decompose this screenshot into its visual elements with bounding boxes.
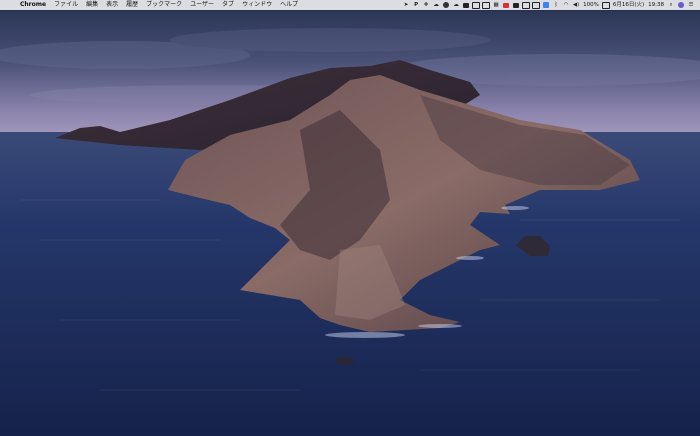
cloud-dark-icon[interactable]: ☁ xyxy=(452,0,461,10)
menu-history[interactable]: 履歴 xyxy=(122,0,142,10)
small-rock xyxy=(336,357,354,365)
siri-icon[interactable] xyxy=(677,0,686,10)
keyboard-icon[interactable] xyxy=(522,0,531,10)
catalina-wallpaper xyxy=(0,0,700,436)
menu-people[interactable]: ユーザー xyxy=(186,0,218,10)
shield-icon[interactable] xyxy=(502,0,511,10)
screen-icon[interactable] xyxy=(482,0,491,10)
search-icon[interactable]: ⌕ xyxy=(667,0,676,10)
cloud-icon[interactable]: ☁ xyxy=(432,0,441,10)
display-icon[interactable] xyxy=(532,0,541,10)
menu-bar: Chrome ファイル 編集 表示 履歴 ブックマーク ユーザー タブ ウィンド… xyxy=(0,0,700,10)
menu-bookmarks[interactable]: ブックマーク xyxy=(142,0,186,10)
stack-icon[interactable] xyxy=(462,0,471,10)
menu-time[interactable]: 19:38 xyxy=(646,0,666,10)
menu-file[interactable]: ファイル xyxy=(50,0,82,10)
menu-view[interactable]: 表示 xyxy=(102,0,122,10)
location-arrow-icon[interactable]: ➤ xyxy=(402,0,411,10)
bluetooth-icon[interactable]: ᛒ xyxy=(552,0,561,10)
menu-window[interactable]: ウィンドウ xyxy=(238,0,276,10)
wifi-icon[interactable]: ◠ xyxy=(562,0,571,10)
grid-icon[interactable]: ▦ xyxy=(492,0,501,10)
a-icon[interactable] xyxy=(542,0,551,10)
volume-icon[interactable]: ◀) xyxy=(572,0,581,10)
desktop-wallpaper xyxy=(0,0,700,436)
chat-icon[interactable] xyxy=(512,0,521,10)
menu-edit[interactable]: 編集 xyxy=(82,0,102,10)
battery-percent[interactable]: 100% xyxy=(581,0,601,10)
creative-cloud-icon[interactable] xyxy=(442,0,451,10)
battery-icon[interactable] xyxy=(601,0,610,10)
menu-bar-left: Chrome ファイル 編集 表示 履歴 ブックマーク ユーザー タブ ウィンド… xyxy=(0,0,302,10)
menu-date[interactable]: 6月16日(火) xyxy=(611,0,646,10)
menu-app-name[interactable]: Chrome xyxy=(16,0,50,10)
menu-help[interactable]: ヘルプ xyxy=(276,0,302,10)
p-icon[interactable]: P xyxy=(412,0,421,10)
notes-icon[interactable] xyxy=(472,0,481,10)
menu-bar-extras: ➤ P ❖ ☁ ☁ ▦ ᛒ ◠ ◀) 100% 6月16日(火) 19:38 ⌕… xyxy=(401,0,700,10)
menu-tab[interactable]: タブ xyxy=(218,0,238,10)
dropbox-icon[interactable]: ❖ xyxy=(422,0,431,10)
notification-center-icon[interactable]: ☰ xyxy=(687,0,696,10)
